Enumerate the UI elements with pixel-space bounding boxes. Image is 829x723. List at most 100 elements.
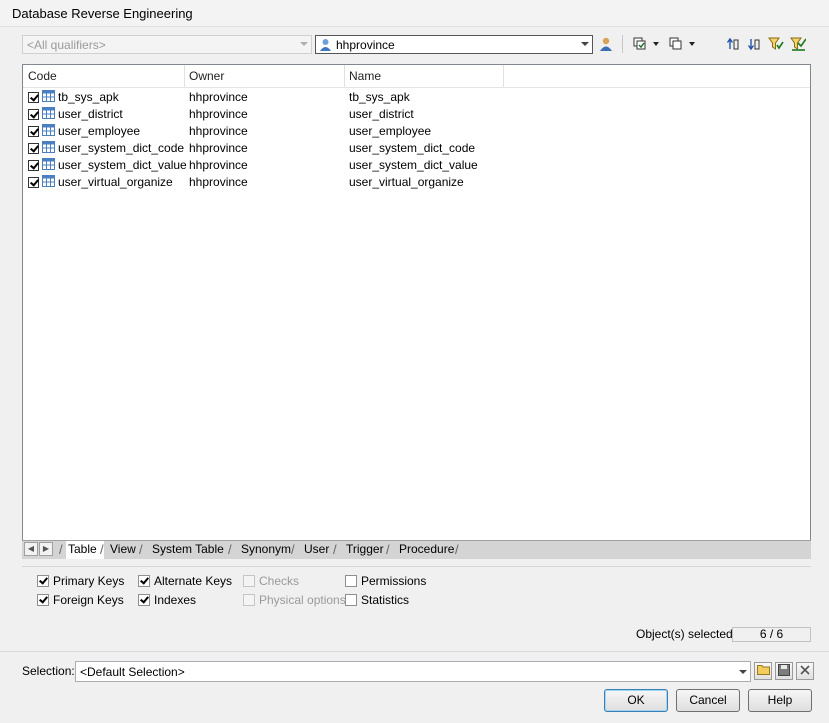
tab-separator: / [228, 542, 232, 557]
cell-name: user_system_dict_code [349, 141, 476, 155]
option-checkbox[interactable] [345, 575, 357, 587]
close-icon [800, 664, 810, 678]
save-selection-button[interactable] [775, 662, 793, 680]
option-label: Permissions [361, 574, 427, 588]
row-checkbox[interactable] [28, 92, 39, 103]
cell-code: user_system_dict_value [58, 158, 187, 172]
row-checkbox[interactable] [28, 126, 39, 137]
tab-trigger[interactable]: Trigger [344, 541, 390, 559]
column-header-name[interactable]: Name [349, 69, 381, 83]
table-icon [42, 141, 55, 156]
deselect-all-icon[interactable] [667, 35, 685, 53]
cell-code: tb_sys_apk [58, 90, 119, 104]
row-checkbox[interactable] [28, 160, 39, 171]
chevron-down-icon [581, 42, 589, 46]
tab-synonym[interactable]: Synonym [239, 541, 295, 559]
select-user-icon[interactable] [597, 35, 615, 53]
option-checkbox[interactable] [345, 594, 357, 606]
cell-name: user_virtual_organize [349, 175, 464, 189]
tab-user[interactable]: User [302, 541, 337, 559]
tab-separator: / [291, 542, 295, 557]
tab-view[interactable]: View [108, 541, 143, 559]
row-checkbox[interactable] [28, 109, 39, 120]
help-button[interactable]: Help [748, 689, 812, 712]
option-label: Indexes [154, 593, 197, 607]
option-label: Statistics [361, 593, 410, 607]
folder-icon [756, 664, 770, 678]
tab-procedure[interactable]: Procedure [397, 541, 459, 559]
option-label: Primary Keys [53, 574, 125, 588]
table-icon [42, 107, 55, 122]
column-header-owner[interactable]: Owner [189, 69, 224, 83]
row-checkbox[interactable] [28, 177, 39, 188]
row-checkbox[interactable] [28, 143, 39, 154]
filter-icon[interactable] [767, 35, 785, 53]
tab-scroll-left-button[interactable]: ◀ [24, 542, 38, 556]
tab-separator: / [333, 542, 337, 557]
select-all-icon[interactable] [631, 35, 649, 53]
cell-code: user_district [58, 107, 123, 121]
option-checkbox[interactable] [37, 575, 49, 587]
ok-button[interactable]: OK [604, 689, 668, 712]
qualifier-combo[interactable]: <All qualifiers> [22, 35, 312, 54]
object-list[interactable]: Code Owner Name tb_sys_apk hhprovince tb_s… [22, 64, 811, 542]
option-checkbox[interactable] [37, 594, 49, 606]
table-row[interactable]: user_system_dict_code hhprovince user_syst… [23, 140, 810, 157]
move-down-icon[interactable] [745, 35, 763, 53]
option-label: Checks [259, 574, 300, 588]
object-type-tabs: ◀ ▶ Table / View / System Table / Synonym / User… [22, 540, 811, 559]
tab-separator: / [455, 542, 459, 557]
move-up-icon[interactable] [724, 35, 742, 53]
table-row[interactable]: user_system_dict_value hhprovince user_sys… [23, 157, 810, 174]
filter-check-icon[interactable] [789, 35, 807, 53]
save-icon [778, 663, 790, 679]
option-label: Foreign Keys [53, 593, 124, 607]
grid-header: Code Owner Name [23, 65, 810, 88]
divider [0, 651, 829, 652]
objects-selected-count: 6 / 6 [732, 627, 811, 642]
cell-owner: hhprovince [189, 141, 248, 155]
cancel-button[interactable]: Cancel [676, 689, 740, 712]
tab-scroll-right-button[interactable]: ▶ [39, 542, 53, 556]
objects-selected-label: Object(s) selected: [636, 627, 737, 641]
cell-code: user_employee [58, 124, 141, 138]
user-icon [319, 38, 332, 51]
table-row[interactable]: user_employee hhprovince user_employee [23, 123, 810, 140]
chevron-down-icon[interactable] [653, 42, 659, 46]
cell-name: user_employee [349, 124, 432, 138]
owner-combo[interactable]: hhprovince [315, 35, 593, 54]
table-icon [42, 124, 55, 139]
table-row[interactable]: user_virtual_organize hhprovince user_virt… [23, 174, 810, 191]
option-checkbox [243, 594, 255, 606]
delete-selection-button[interactable] [796, 662, 814, 680]
open-selection-button[interactable] [754, 662, 772, 680]
tab-separator: / [100, 542, 104, 557]
window-title: Database Reverse Engineering [12, 6, 193, 21]
cell-name: tb_sys_apk [349, 90, 410, 104]
title-bar: Database Reverse Engineering [0, 0, 829, 27]
reverse-options: Primary Keys Alternate Keys Checks Permissi… [22, 566, 811, 617]
option-label: Alternate Keys [154, 574, 233, 588]
tab-system-table[interactable]: System Table [150, 541, 232, 559]
tab-separator: / [59, 542, 63, 557]
cell-owner: hhprovince [189, 158, 248, 172]
cell-name: user_district [349, 107, 414, 121]
cell-owner: hhprovince [189, 124, 248, 138]
option-checkbox[interactable] [138, 594, 150, 606]
option-checkbox[interactable] [138, 575, 150, 587]
tab-table[interactable]: Table [66, 541, 104, 559]
table-row[interactable]: tb_sys_apk hhprovince tb_sys_apk [23, 89, 810, 106]
chevron-down-icon[interactable] [689, 42, 695, 46]
column-header-code[interactable]: Code [28, 69, 57, 83]
selection-combo-text: <Default Selection> [80, 665, 185, 679]
owner-combo-text: hhprovince [336, 38, 395, 52]
tab-separator: / [386, 542, 390, 557]
tab-separator: / [139, 542, 143, 557]
cell-owner: hhprovince [189, 175, 248, 189]
option-checkbox [243, 575, 255, 587]
table-row[interactable]: user_district hhprovince user_district [23, 106, 810, 123]
chevron-down-icon [300, 42, 308, 46]
chevron-down-icon [739, 670, 747, 674]
selection-label: Selection: [22, 664, 75, 678]
selection-combo[interactable]: <Default Selection> [75, 661, 751, 682]
